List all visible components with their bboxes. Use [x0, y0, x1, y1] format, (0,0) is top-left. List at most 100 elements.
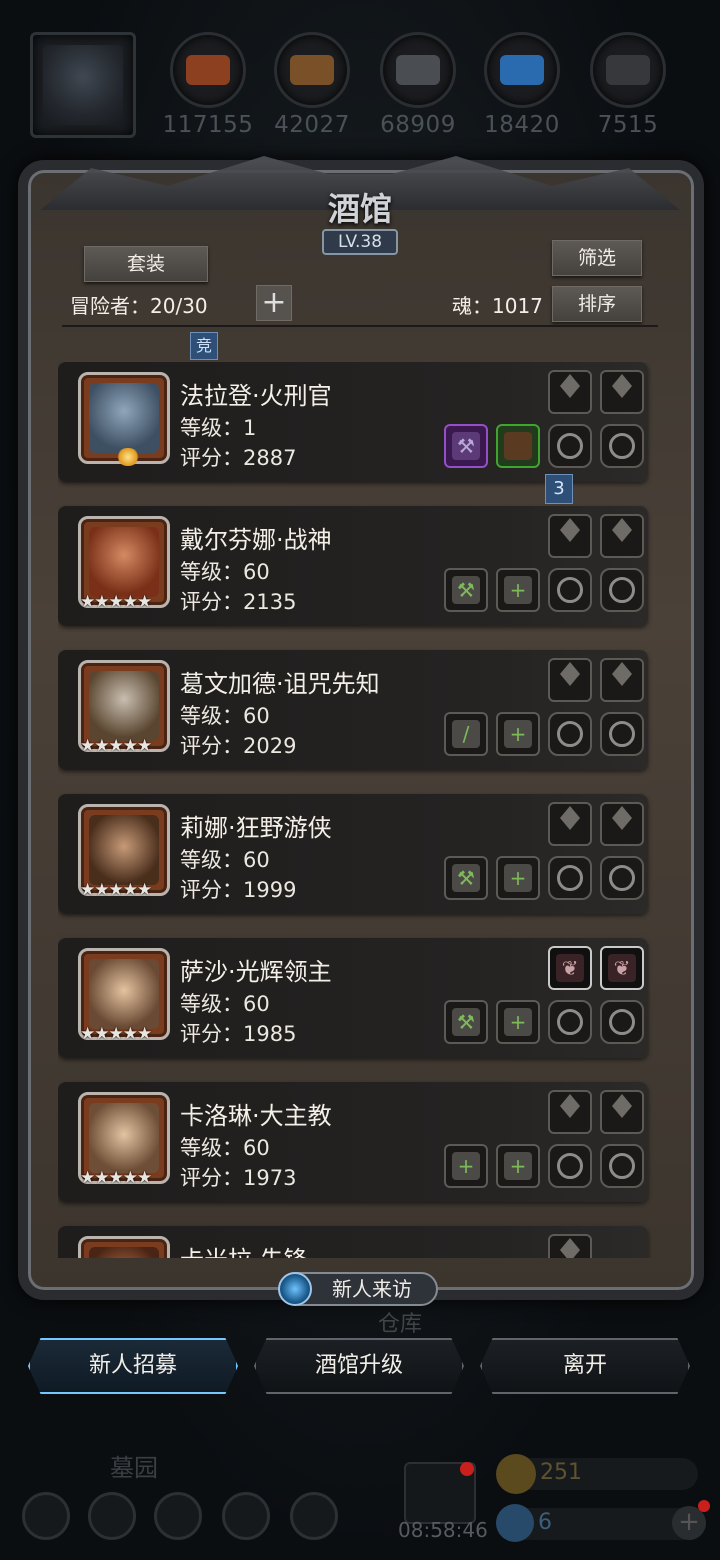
leave-button[interactable]: 离开 [480, 1338, 690, 1394]
panel-title: 酒馆 [327, 190, 392, 228]
axe-slot-icon[interactable]: ⚒ [444, 856, 488, 900]
meat-icon [170, 32, 246, 108]
gold-value: 251 [540, 1460, 582, 1485]
filter-button[interactable]: 筛选 [552, 240, 642, 276]
resource-meat-value: 117155 [162, 112, 254, 138]
hero-card[interactable]: ★★★★★ 葛文加德·诅咒先知 等级：60 评分：2029 / + [58, 650, 648, 770]
sort-button[interactable]: 排序 [552, 286, 642, 322]
resource-crystal: 18420 [474, 32, 570, 138]
hero-avatar[interactable] [78, 1236, 170, 1258]
warehouse-label: 仓库 [378, 1312, 423, 1337]
hero-name: 法拉登·火刑官 [180, 382, 332, 410]
empty-rune-slot[interactable] [600, 1090, 644, 1134]
hero-name: 戴尔芬娜·战神 [180, 526, 332, 554]
resource-ore: 7515 [580, 32, 676, 138]
gift-timer: 08:58:46 [398, 1518, 488, 1542]
empty-rune-slot[interactable] [548, 1090, 592, 1134]
empty-ring-slot[interactable] [600, 424, 644, 468]
hero-level: 等级：60 [180, 992, 270, 1016]
crystal-icon [484, 32, 560, 108]
feather-rune-icon[interactable]: ❦ [548, 946, 592, 990]
upgrade-tavern-button[interactable]: 酒馆升级 [254, 1338, 464, 1394]
empty-ring-slot[interactable] [600, 712, 644, 756]
armor-slot-icon[interactable]: + [496, 1000, 540, 1044]
mail-icon[interactable] [222, 1492, 270, 1540]
hero-card[interactable]: 卡米拉·先锋 [58, 1226, 648, 1258]
crown-icon[interactable] [154, 1492, 202, 1540]
hero-level: 等级：60 [180, 1136, 270, 1160]
staff-slot-icon[interactable]: / [444, 712, 488, 756]
armor-icon[interactable] [496, 424, 540, 468]
empty-rune-slot[interactable] [548, 370, 592, 414]
feather-rune-icon[interactable]: ❦ [600, 946, 644, 990]
hero-card[interactable]: 法拉登·火刑官 等级：1 评分：2887 ⚒ [58, 362, 648, 482]
gold-icon [496, 1454, 536, 1494]
count-tag: 3 [545, 474, 573, 504]
recruit-button[interactable]: 新人招募 [28, 1338, 238, 1394]
sword-icon[interactable] [290, 1492, 338, 1540]
hero-card[interactable]: ★★★★★ 莉娜·狂野游侠 等级：60 评分：1999 ⚒ + [58, 794, 648, 914]
empty-ring-slot[interactable] [548, 1144, 592, 1188]
resource-ore-value: 7515 [597, 112, 659, 138]
star-rating: ★★★★★ [80, 736, 152, 756]
hero-card[interactable]: ★★★★★ 戴尔芬娜·战神 等级：60 评分：2135 ⚒ + [58, 506, 648, 626]
armor-slot-icon[interactable]: + [496, 856, 540, 900]
soul-count: 魂：1017 [452, 294, 543, 318]
fire-mark-icon [116, 448, 140, 466]
empty-ring-slot[interactable] [600, 1144, 644, 1188]
empty-ring-slot[interactable] [600, 568, 644, 612]
set-button[interactable]: 套装 [84, 246, 208, 282]
hero-name: 卡洛琳·大主教 [180, 1102, 332, 1130]
resource-iron: 68909 [370, 32, 466, 138]
empty-ring-slot[interactable] [600, 1000, 644, 1044]
empty-ring-slot[interactable] [548, 1000, 592, 1044]
armor-slot-icon[interactable]: + [496, 1144, 540, 1188]
hero-score: 评分：1985 [180, 1022, 297, 1046]
empty-ring-slot[interactable] [548, 568, 592, 612]
empty-rune-slot[interactable] [600, 514, 644, 558]
hero-card[interactable]: ★★★★★ 萨沙·光辉领主 等级：60 评分：1985 ❦ ❦ ⚒ + [58, 938, 648, 1058]
resource-bar: 117155 42027 68909 18420 7515 [0, 30, 720, 150]
tavern-level-badge: LV.38 [322, 229, 398, 255]
armor-slot-icon[interactable]: + [496, 568, 540, 612]
star-rating: ★★★★★ [80, 1168, 152, 1188]
star-icon[interactable] [88, 1492, 136, 1540]
empty-rune-slot[interactable] [548, 514, 592, 558]
hero-card[interactable]: ★★★★★ 卡洛琳·大主教 等级：60 评分：1973 + + [58, 1082, 648, 1202]
hero-score: 评分：1973 [180, 1166, 297, 1190]
mace-slot-icon[interactable]: ⚒ [444, 1000, 488, 1044]
mace-slot-icon[interactable]: + [444, 1144, 488, 1188]
empty-ring-slot[interactable] [548, 424, 592, 468]
empty-rune-slot[interactable] [548, 1234, 592, 1258]
gem-icon [496, 1504, 534, 1542]
empty-ring-slot[interactable] [600, 856, 644, 900]
star-rating: ★★★★★ [80, 1024, 152, 1044]
graveyard-label: 墓园 [110, 1454, 158, 1482]
compete-tag: 竞 [190, 332, 218, 360]
empty-rune-slot[interactable] [548, 802, 592, 846]
leader-avatar[interactable] [30, 32, 136, 138]
hero-score: 评分：2135 [180, 590, 297, 614]
add-capacity-button[interactable]: + [256, 285, 292, 321]
hero-name: 卡米拉·先锋 [180, 1240, 308, 1258]
gem-value: 6 [538, 1510, 552, 1535]
hero-name: 莉娜·狂野游侠 [180, 814, 332, 842]
empty-ring-slot[interactable] [548, 712, 592, 756]
wood-icon [274, 32, 350, 108]
divider [62, 325, 658, 327]
resource-wood: 42027 [264, 32, 360, 138]
empty-rune-slot[interactable] [600, 802, 644, 846]
axe-weapon-icon[interactable]: ⚒ [444, 424, 488, 468]
hero-score: 评分：2029 [180, 734, 297, 758]
empty-ring-slot[interactable] [548, 856, 592, 900]
axe-slot-icon[interactable]: ⚒ [444, 568, 488, 612]
hero-score: 评分：2887 [180, 446, 297, 470]
armor-slot-icon[interactable]: + [496, 712, 540, 756]
hero-name: 萨沙·光辉领主 [180, 958, 332, 986]
empty-rune-slot[interactable] [548, 658, 592, 702]
empty-rune-slot[interactable] [600, 658, 644, 702]
adventurer-count: 冒险者：20/30 [70, 294, 208, 318]
settings-icon[interactable] [22, 1492, 70, 1540]
empty-rune-slot[interactable] [600, 370, 644, 414]
notification-dot [698, 1500, 710, 1512]
